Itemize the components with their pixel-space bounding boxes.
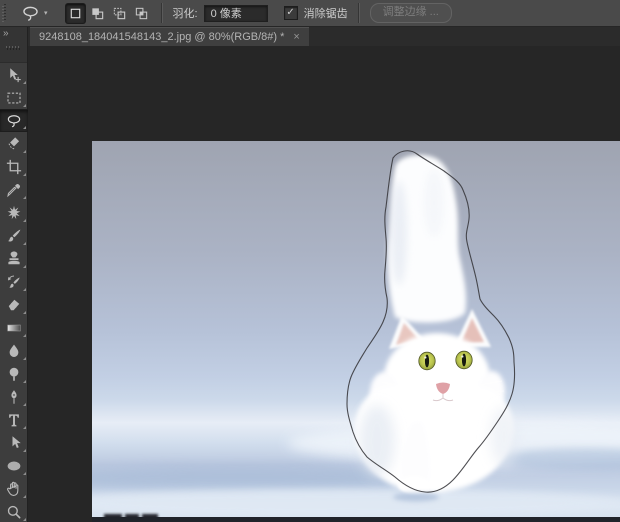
feather-input[interactable]: 0 像素 [204,5,268,22]
clone-stamp-tool-button[interactable] [0,247,28,270]
intersect-selection-icon [134,6,149,21]
new-selection-icon [68,6,83,21]
spot-healing-brush-tool-button[interactable] [0,201,28,224]
rectangular-marquee-tool-button[interactable] [0,86,28,109]
brush-tool-button[interactable] [0,224,28,247]
flyout-corner-icon [23,219,26,222]
flyout-corner-icon [23,357,26,360]
path-selection-tool-button[interactable] [0,431,28,454]
selection-mode-group [66,4,151,23]
blur-tool-icon [5,342,23,360]
cat-photo [92,141,620,522]
dodge-tool-button[interactable] [0,362,28,385]
crop-tool-icon [5,158,23,176]
crop-tool-button[interactable] [0,155,28,178]
ellipse-tool-icon [5,457,23,475]
document-image[interactable] [92,141,620,522]
options-bar: ▾ 羽化: 0 像素 ✓ 消除锯齿 调整边缘 ... [0,0,620,27]
flyout-corner-icon [23,265,26,268]
tools-panel-grip[interactable] [6,46,21,51]
separator [161,3,163,23]
type-tool-icon [5,411,23,429]
anti-alias-checkbox[interactable]: ✓ [284,6,298,20]
flyout-corner-icon [23,472,26,475]
document-tab-title: 9248108_184041548143_2.jpg @ 80%(RGB/8#)… [39,31,284,43]
move-tool-button[interactable] [0,63,28,86]
anti-alias-option: ✓ 消除锯齿 [284,5,348,21]
type-tool-button[interactable] [0,408,28,431]
brush-tool-icon [5,227,23,245]
document-tab[interactable]: 9248108_184041548143_2.jpg @ 80%(RGB/8#)… [30,27,309,46]
dodge-tool-icon [5,365,23,383]
history-brush-tool-button[interactable] [0,270,28,293]
flyout-corner-icon [23,242,26,245]
anti-alias-label: 消除锯齿 [304,5,348,21]
eyedropper-tool-button[interactable] [0,178,28,201]
quick-selection-tool-icon [5,135,23,153]
zoom-tool-button[interactable] [0,500,28,522]
flyout-corner-icon [23,380,26,383]
hand-tool-button[interactable] [0,477,28,500]
tool-preset-picker[interactable]: ▾ [16,2,52,25]
options-bar-grip[interactable] [2,4,7,22]
flyout-corner-icon [23,449,26,452]
tools-panel: » [0,27,28,522]
flyout-corner-icon [23,426,26,429]
flyout-corner-icon [23,495,26,498]
collapse-panel-icon[interactable]: » [3,28,8,39]
canvas-area[interactable] [28,46,620,522]
flyout-corner-icon [23,150,26,153]
refine-edge-button[interactable]: 调整边缘 ... [370,3,452,23]
subtract-from-selection-icon [112,6,127,21]
flyout-corner-icon [23,104,26,107]
photoshop-window: ▾ 羽化: 0 像素 ✓ 消除锯齿 调整边缘 ... 9248108_18404… [0,0,620,522]
eyedropper-tool-icon [5,181,23,199]
feather-label: 羽化: [173,5,198,21]
flyout-corner-icon [23,196,26,199]
pen-tool-button[interactable] [0,385,28,408]
eraser-tool-icon [5,296,23,314]
clone-stamp-tool-icon [5,250,23,268]
flyout-corner-icon [23,403,26,406]
quick-selection-tool-button[interactable] [0,132,28,155]
add-to-selection-button[interactable] [88,4,107,23]
document-tab-bar: 9248108_184041548143_2.jpg @ 80%(RGB/8#)… [28,27,620,46]
path-selection-tool-icon [5,434,23,452]
flyout-corner-icon [23,311,26,314]
hand-tool-icon [5,480,23,498]
move-tool-icon [5,66,23,84]
flyout-corner-icon [23,288,26,291]
tools-panel-header: » [0,27,27,63]
close-icon[interactable]: × [293,32,299,43]
history-brush-tool-icon [5,273,23,291]
new-selection-button[interactable] [66,4,85,23]
pen-tool-icon [5,388,23,406]
flyout-corner-icon [23,81,26,84]
subtract-from-selection-button[interactable] [110,4,129,23]
check-icon: ✓ [286,8,294,18]
blur-tool-button[interactable] [0,339,28,362]
ellipse-tool-button[interactable] [0,454,28,477]
spot-healing-brush-tool-icon [5,204,23,222]
chevron-down-icon: ▾ [44,10,48,17]
separator [358,3,360,23]
add-to-selection-icon [90,6,105,21]
tools-list [0,63,27,522]
flyout-corner-icon [23,334,26,337]
flyout-corner-icon [23,173,26,176]
gradient-tool-icon [5,319,23,337]
lasso-icon [20,3,41,24]
zoom-tool-icon [5,503,23,521]
eraser-tool-button[interactable] [0,293,28,316]
flyout-corner-icon [23,126,26,129]
feather-value: 0 像素 [211,5,242,21]
lasso-tool-button[interactable] [0,109,28,132]
gradient-tool-button[interactable] [0,316,28,339]
flyout-corner-icon [23,518,26,521]
rectangular-marquee-tool-icon [5,89,23,107]
lasso-tool-icon [5,112,23,130]
intersect-selection-button[interactable] [132,4,151,23]
